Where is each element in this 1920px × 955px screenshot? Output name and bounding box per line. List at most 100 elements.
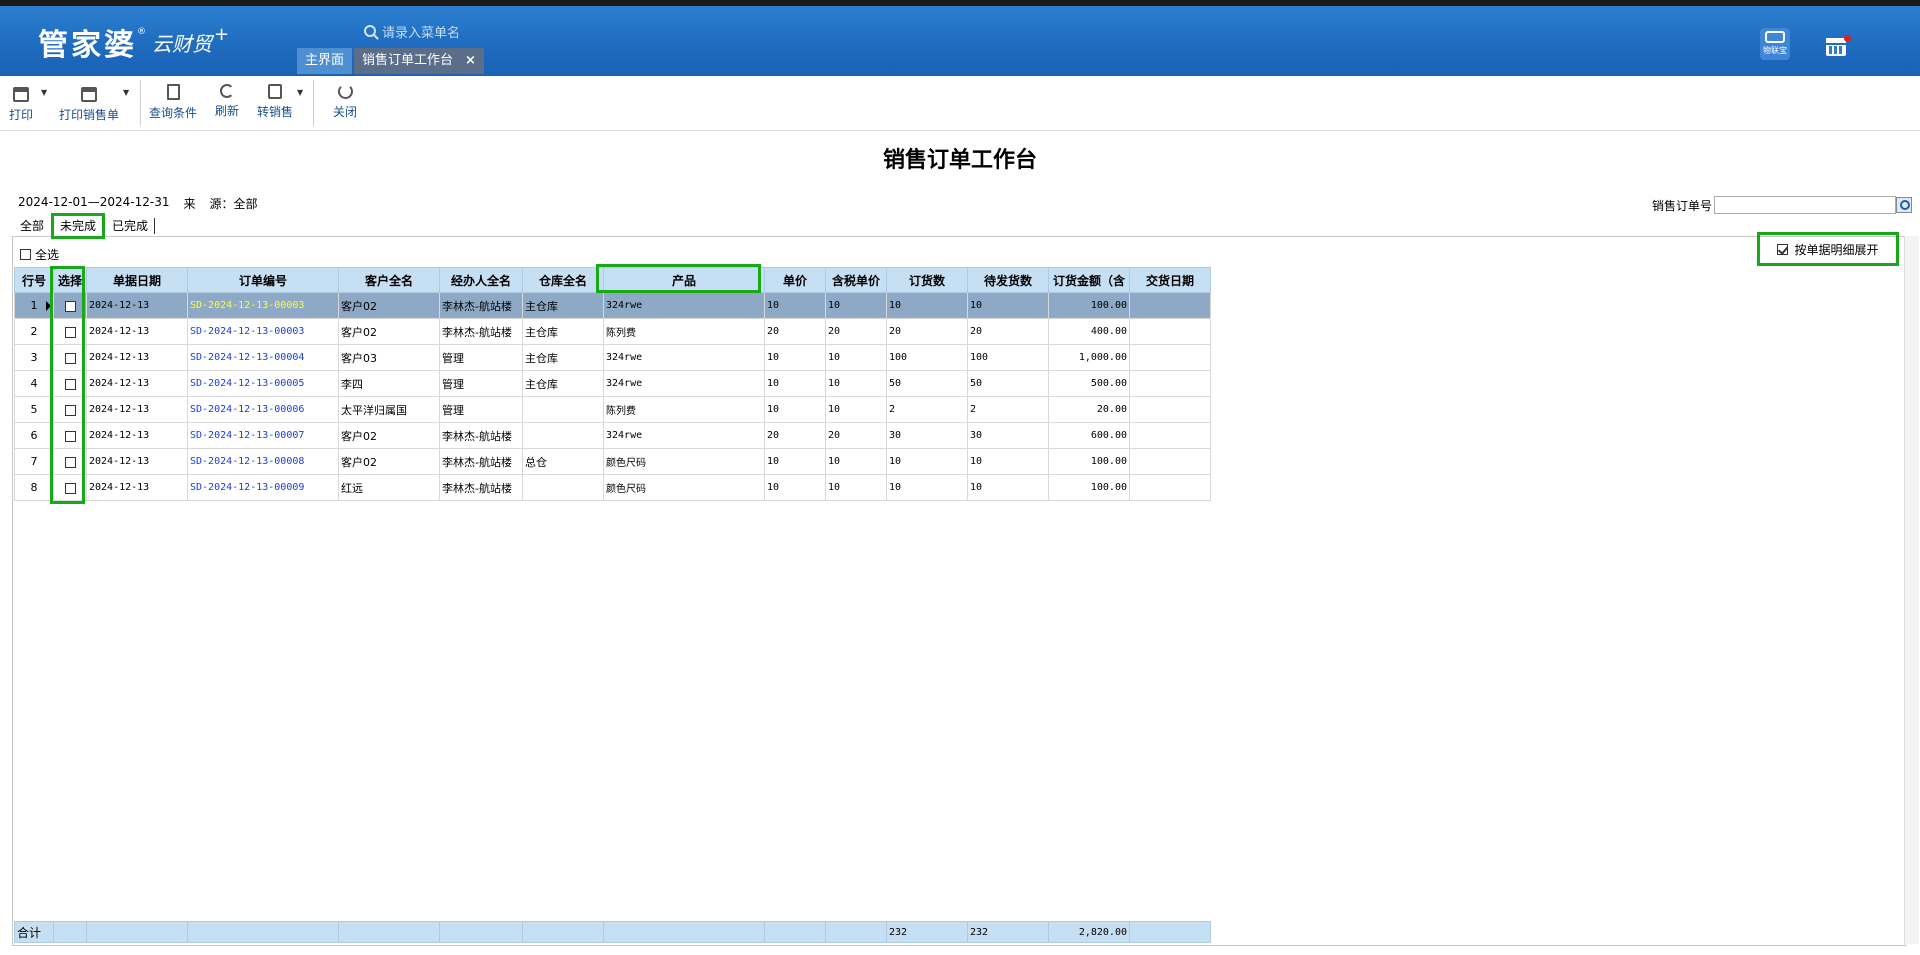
table-row[interactable]: 1 2024-12-13 SD-2024-12-13-00003 客户02 李林杰-航站… [14, 292, 1211, 319]
row-checkbox[interactable] [64, 456, 76, 468]
tab-divider [154, 218, 156, 234]
row-checkbox[interactable] [64, 430, 76, 442]
print-order-button[interactable]: 打印销售单 [58, 84, 120, 123]
row-pending: 100 [967, 344, 1049, 371]
calendar-icon[interactable] [1826, 35, 1851, 56]
transfer-sale-button[interactable]: 转销售 [256, 84, 294, 120]
select-all-checkbox[interactable] [20, 249, 31, 260]
menu-search[interactable]: 请录入菜单名 [364, 20, 564, 42]
row-amount: 20.00 [1048, 396, 1130, 423]
transfer-label: 转销售 [256, 105, 293, 119]
col-warehouse[interactable]: 仓库全名 [522, 267, 604, 293]
row-select[interactable] [53, 292, 87, 319]
row-order-code: SD-2024-12-13-00006 [187, 396, 339, 423]
print-dropdown-icon[interactable]: ▼ [41, 84, 47, 98]
refresh-button[interactable]: 刷新 [214, 84, 240, 119]
page-tabs: 主界面 销售订单工作台 × [297, 48, 486, 76]
col-product[interactable]: 产品 [603, 267, 765, 293]
row-select[interactable] [53, 422, 87, 449]
row-amount: 500.00 [1048, 370, 1130, 397]
menu-search-placeholder[interactable]: 请录入菜单名 [382, 22, 460, 41]
col-tax-price[interactable]: 含税单价 [825, 267, 887, 293]
status-tab-incomplete[interactable]: 未完成 [51, 213, 106, 239]
search-icon[interactable] [1896, 197, 1913, 213]
row-price: 10 [764, 396, 826, 423]
row-pending: 30 [967, 422, 1049, 449]
col-order-qty[interactable]: 订货数 [886, 267, 968, 293]
row-checkbox[interactable] [64, 482, 76, 494]
row-checkbox[interactable] [64, 404, 76, 416]
app-logo: 管家婆 ® 云财贸 + [38, 20, 229, 64]
calendar-glyph [1826, 35, 1851, 56]
col-date[interactable]: 单据日期 [86, 267, 188, 293]
row-select[interactable] [53, 396, 87, 423]
vertical-scrollbar[interactable] [1904, 236, 1919, 944]
table-row[interactable]: 5 2024-12-13 SD-2024-12-13-00006 太平洋归属国 管理 陈列… [14, 396, 1211, 423]
row-number: 6 [14, 422, 54, 449]
row-date: 2024-12-13 [86, 292, 188, 319]
status-tabs: 全部 未完成 已完成 [14, 213, 156, 239]
print-button[interactable]: 打印 [8, 84, 34, 123]
query-button[interactable]: 查询条件 [148, 84, 198, 121]
col-order-code[interactable]: 订单编号 [187, 267, 339, 293]
row-price: 20 [764, 422, 826, 449]
col-handler[interactable]: 经办人全名 [439, 267, 523, 293]
tab-sales-order-workbench[interactable]: 销售订单工作台 × [354, 48, 484, 74]
close-icon[interactable]: × [465, 48, 476, 74]
col-price[interactable]: 单价 [764, 267, 826, 293]
status-tab-all[interactable]: 全部 [14, 216, 50, 236]
row-checkbox[interactable] [64, 352, 76, 364]
expand-by-detail[interactable]: 按单据明细展开 [1757, 232, 1899, 266]
table-row[interactable]: 2 2024-12-13 SD-2024-12-13-00003 客户02 李林杰-航站… [14, 318, 1211, 345]
row-price: 10 [764, 474, 826, 501]
row-price: 20 [764, 318, 826, 345]
row-product: 陈列费 [603, 396, 765, 423]
row-handler: 李林杰-航站楼 [439, 422, 523, 449]
print-order-dropdown-icon[interactable]: ▼ [123, 84, 129, 98]
toolbar-divider [140, 80, 141, 126]
close-button[interactable]: 关闭 [332, 84, 358, 120]
row-warehouse: 总仓 [522, 448, 604, 475]
tab-home[interactable]: 主界面 [297, 48, 353, 74]
col-row-no[interactable]: 行号 [14, 267, 54, 293]
order-number-input[interactable] [1714, 196, 1897, 214]
row-select[interactable] [53, 344, 87, 371]
totals-label: 合计 [14, 921, 54, 943]
select-all[interactable]: 全选 [20, 246, 59, 263]
row-checkbox[interactable] [64, 326, 76, 338]
expand-by-detail-checkbox[interactable] [1777, 243, 1789, 255]
row-qty: 10 [886, 448, 968, 475]
row-warehouse [522, 422, 604, 449]
row-date: 2024-12-13 [86, 344, 188, 371]
row-warehouse [522, 396, 604, 423]
col-delivery-date[interactable]: 交货日期 [1129, 267, 1211, 293]
row-delivery [1129, 422, 1211, 449]
row-tax-price: 10 [825, 370, 887, 397]
row-handler: 李林杰-航站楼 [439, 292, 523, 319]
table-row[interactable]: 8 2024-12-13 SD-2024-12-13-00009 红远 李林杰-航站楼 颜… [14, 474, 1211, 501]
status-tab-complete[interactable]: 已完成 [106, 216, 154, 236]
table-row[interactable]: 3 2024-12-13 SD-2024-12-13-00004 客户03 管理 主仓库 3… [14, 344, 1211, 371]
row-tax-price: 10 [825, 292, 887, 319]
col-pending-qty[interactable]: 待发货数 [967, 267, 1049, 293]
table-row[interactable]: 7 2024-12-13 SD-2024-12-13-00008 客户02 李林杰-航站… [14, 448, 1211, 475]
row-checkbox[interactable] [64, 300, 76, 312]
search-icon [364, 25, 376, 37]
row-select[interactable] [53, 474, 87, 501]
col-customer[interactable]: 客户全名 [338, 267, 440, 293]
row-handler: 李林杰-航站楼 [439, 318, 523, 345]
row-delivery [1129, 344, 1211, 371]
row-delivery [1129, 448, 1211, 475]
iot-icon[interactable]: 物联宝 [1760, 28, 1790, 60]
row-select[interactable] [53, 370, 87, 397]
row-pending: 10 [967, 474, 1049, 501]
col-order-amount[interactable]: 订货金额（含 [1048, 267, 1130, 293]
transfer-dropdown-icon[interactable]: ▼ [297, 84, 303, 98]
table-row[interactable]: 6 2024-12-13 SD-2024-12-13-00007 客户02 李林杰-航站… [14, 422, 1211, 449]
row-select[interactable] [53, 448, 87, 475]
row-select[interactable] [53, 318, 87, 345]
row-amount: 1,000.00 [1048, 344, 1130, 371]
col-select[interactable]: 选择 [53, 267, 87, 293]
table-row[interactable]: 4 2024-12-13 SD-2024-12-13-00005 李四 管理 主仓库 324… [14, 370, 1211, 397]
row-checkbox[interactable] [64, 378, 76, 390]
